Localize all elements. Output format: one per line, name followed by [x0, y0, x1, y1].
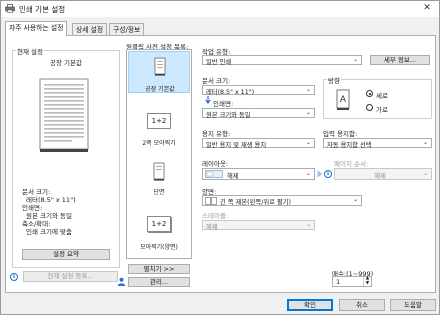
- register-current-settings-button[interactable]: 현재 설정 등록...: [23, 271, 118, 282]
- input-tray-select[interactable]: 자동 용지함 선택 ⌄: [323, 138, 432, 149]
- expand-list-button[interactable]: 펼치기 >>: [128, 264, 190, 274]
- single-page-icon: [153, 162, 165, 181]
- shortcut-list: 공장 기본값 1+2 2쪽 모아찍기 단면 1+2 모아찍기(양면): [126, 49, 192, 259]
- printer-icon: [5, 4, 15, 13]
- cancel-button[interactable]: 취소: [339, 299, 385, 311]
- paper-type-select[interactable]: 일반 용지 및 재생 용지 ⌄: [202, 138, 315, 149]
- shortcut-factory-default[interactable]: 공장 기본값: [128, 51, 190, 93]
- info-icon[interactable]: i: [324, 170, 332, 178]
- chevron-down-icon: ⌄: [305, 109, 311, 116]
- current-settings-title: 현재 설정: [16, 46, 44, 56]
- job-type-select[interactable]: 일반 인쇄 ⌄: [202, 55, 362, 66]
- doc-size-select[interactable]: 레터(8.5" x 11") ⌄: [202, 85, 315, 96]
- tab-frequently-used[interactable]: 자주 사용하는 설정: [5, 21, 68, 36]
- single-page-icon: [154, 57, 166, 76]
- portrait-label: 세로: [376, 92, 388, 100]
- print-on-select[interactable]: 원본 크기와 동일 ⌄: [202, 108, 315, 119]
- shortcut-single-sided[interactable]: 단면: [128, 158, 190, 200]
- landscape-radio[interactable]: [366, 104, 373, 111]
- chevron-down-icon: ⌄: [305, 170, 311, 177]
- tab-configuration-about[interactable]: 구성/정보: [109, 23, 145, 35]
- staple-label: 스테이플:: [202, 212, 229, 220]
- orientation-title: 방향: [327, 75, 341, 85]
- layout-select[interactable]: 해제 ⌄: [202, 168, 315, 180]
- chevron-down-icon: ⌄: [352, 196, 358, 203]
- user-icon: [117, 277, 126, 286]
- duplex-select[interactable]: 긴 쪽 제본(왼쪽/위로 펼기) ⌄: [202, 195, 362, 206]
- arrow-down-icon: [205, 96, 211, 104]
- document-preview-icon: [39, 78, 89, 152]
- chevron-down-icon: ⌄: [352, 56, 358, 63]
- summary-scale-value: 인쇄 크기에 맞춤: [26, 228, 72, 236]
- paper-type-label: 용지 유형:: [202, 130, 231, 138]
- shortcut-2-up[interactable]: 1+2 2쪽 모아찍기: [128, 108, 190, 150]
- shortcut-2-up-duplex[interactable]: 1+2 모아찍기(양면): [128, 212, 190, 254]
- shortcut-label: 2쪽 모아찍기: [142, 140, 176, 147]
- arrow-right-icon: [317, 170, 323, 178]
- shortcut-label: 모아찍기(양면): [140, 244, 178, 251]
- copies-value: 1: [336, 278, 341, 286]
- settings-summary-button[interactable]: 설정 요약: [22, 249, 110, 260]
- layout-preview-icon: [205, 170, 223, 178]
- settings-panel: 현재 설정 공장 기본값 문서 크기: 레터(8.5" x 11") 인쇄면: …: [5, 35, 436, 293]
- staple-select[interactable]: 해제 ⌄: [202, 220, 315, 231]
- chevron-down-icon: ⌄: [305, 221, 311, 228]
- chevron-down-icon: ⌄: [422, 139, 428, 146]
- print-on-label: 인쇄면:: [213, 100, 234, 108]
- input-tray-label: 입력 용지함:: [323, 130, 358, 138]
- help-button[interactable]: 도움말: [390, 299, 436, 311]
- tab-detailed-settings[interactable]: 상세 설정: [72, 23, 108, 35]
- spinner-arrows-icon[interactable]: ▲ ▼: [363, 276, 371, 286]
- manage-button[interactable]: 관리...: [128, 277, 190, 287]
- current-preset-name: 공장 기본값: [50, 59, 82, 67]
- chevron-down-icon: ⌄: [422, 170, 428, 177]
- details-button[interactable]: 세부 정보...: [370, 55, 430, 65]
- ok-button[interactable]: 확인: [287, 299, 333, 311]
- close-icon[interactable]: ✕: [419, 2, 435, 15]
- portrait-radio[interactable]: [366, 90, 373, 97]
- landscape-label: 가로: [376, 106, 388, 114]
- doc-size-label: 문서 크기:: [202, 77, 231, 85]
- two-up-icon: 1+2: [147, 113, 171, 129]
- layout-label: 레이아웃:: [202, 160, 229, 168]
- svg-text:A: A: [340, 95, 347, 105]
- shortcut-label: 공장 기본값: [145, 86, 175, 93]
- window-title: 인쇄 기본 설정: [19, 5, 66, 14]
- chevron-down-icon: ⌄: [305, 86, 311, 93]
- two-up-duplex-icon: 1+2: [147, 216, 171, 232]
- page-order-label: 페이지 순서:: [334, 160, 369, 168]
- copies-stepper[interactable]: 1 ▲ ▼: [332, 276, 372, 287]
- shortcut-label: 단면: [153, 189, 165, 196]
- chevron-down-icon: ⌄: [305, 139, 311, 146]
- page-order-select[interactable]: 해제 ⌄: [334, 168, 432, 180]
- portrait-orientation-icon: A: [336, 89, 350, 110]
- info-icon[interactable]: i: [10, 273, 18, 281]
- print-preferences-window: 인쇄 기본 설정 ✕ 자주 사용하는 설정 상세 설정 구성/정보 현재 설정 …: [0, 0, 440, 315]
- duplex-book-icon: [205, 197, 217, 205]
- title-bar: 인쇄 기본 설정 ✕: [1, 1, 439, 17]
